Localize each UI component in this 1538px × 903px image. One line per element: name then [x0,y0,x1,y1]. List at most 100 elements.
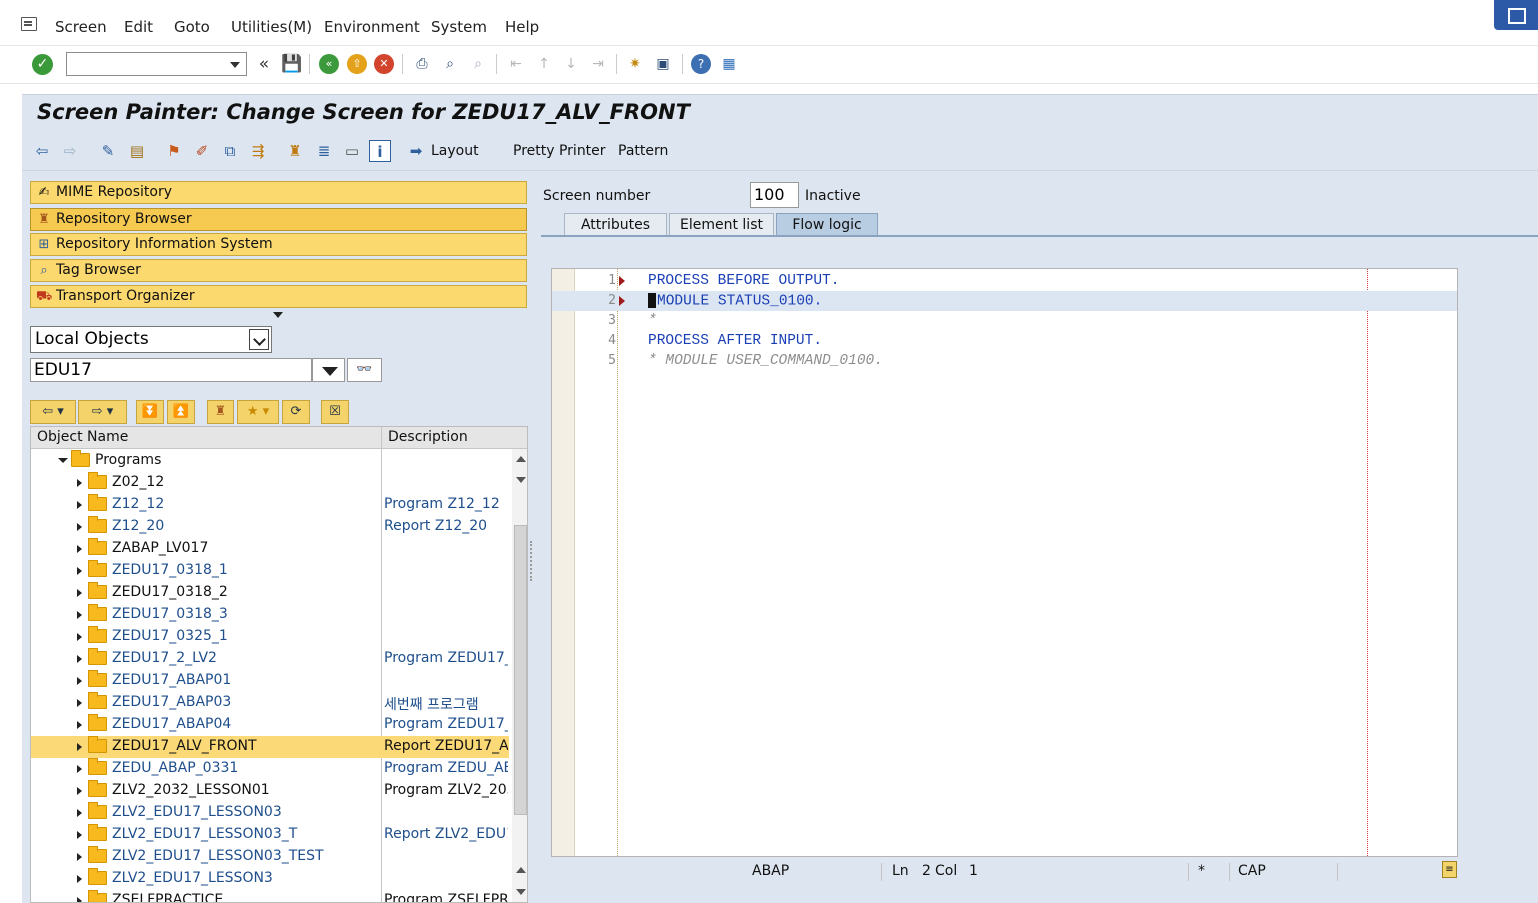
expand-arrow-icon[interactable] [77,655,82,663]
display-glasses-icon[interactable]: 👓 [347,358,382,382]
cancel-icon[interactable]: ✕ [374,54,394,74]
vertical-scrollbar[interactable] [512,449,527,902]
menu-icon[interactable] [21,17,37,31]
hierarchy-icon[interactable]: ♜ [207,400,234,424]
tree-row[interactable]: ZEDU17_2_LV2 Program ZEDU17_2 [31,648,509,670]
tab-element-list[interactable]: Element list [669,213,774,237]
info-icon[interactable]: i [369,140,391,162]
print-icon[interactable]: ⎙ [412,54,432,74]
expand-arrow-icon[interactable] [77,567,82,575]
new-session-icon[interactable]: ✷ [625,54,645,74]
tree-row[interactable]: ZEDU17_ABAP04 Program ZEDU17_A [31,714,509,736]
tree-row[interactable]: ZEDU17_ABAP01 [31,670,509,692]
chevron-down-icon[interactable] [249,329,269,350]
check-icon[interactable]: ⚑ [163,140,185,162]
pretty-printer-button[interactable]: Pretty Printer [513,143,606,159]
expand-arrow-icon[interactable] [77,633,82,641]
notes-icon[interactable]: ≡ [1442,861,1457,878]
forward-arrow-icon[interactable]: ⇨ [59,140,81,162]
scroll-up-icon[interactable] [516,867,526,873]
expand-arrow-icon[interactable] [77,765,82,773]
tree-row[interactable]: ZEDU17_0325_1 [31,626,509,648]
tree-row[interactable]: ZEDU17_0318_2 [31,582,509,604]
column-object-name[interactable]: Object Name [37,429,128,445]
object-type-select[interactable]: Local Objects [30,326,272,353]
expand-arrow-icon[interactable] [77,501,82,509]
scroll-down-icon[interactable] [516,477,526,483]
layout-arrow-icon[interactable]: ➡ [405,140,427,162]
tab-attributes[interactable]: Attributes [564,213,667,237]
close-tree-icon[interactable]: ☒ [321,400,349,424]
nav-repository-browser[interactable]: ♜ Repository Browser [30,208,527,231]
expand-arrow-icon[interactable] [77,787,82,795]
tree-row[interactable]: ZLV2_2032_LESSON01 Program ZLV2_203 [31,780,509,802]
scroll-up-icon[interactable] [516,456,526,462]
menu-system[interactable]: System [431,18,487,36]
tree-row[interactable]: Z02_12 [31,472,509,494]
menu-screen[interactable]: Screen [55,18,107,36]
splitter-handle[interactable] [530,541,534,581]
tree-row[interactable]: ZSELFPRACTICE Program ZSELFPRA [31,890,509,902]
refresh-icon[interactable]: ⟳ [282,400,310,424]
code-line-current[interactable]: 2 MODULE STATUS_0100. [552,291,1457,311]
menu-environment[interactable]: Environment [324,18,420,36]
expand-arrow-icon[interactable] [77,589,82,597]
shortcut-icon[interactable]: ▣ [653,54,673,74]
expand-arrow-icon[interactable] [77,897,82,902]
menu-goto[interactable]: Goto [174,18,210,36]
display-change-icon[interactable]: ✎ [97,140,119,162]
tree-row[interactable]: ZLV2_EDU17_LESSON03_TEST [31,846,509,868]
hierarchy-icon[interactable]: ♜ [284,140,306,162]
save-icon[interactable]: 💾 [281,54,302,74]
breakpoint-marker-icon[interactable] [619,296,625,306]
chevron-down-icon[interactable] [273,312,283,318]
tree-forward-icon[interactable]: ⇨ ▾ [78,400,127,424]
expand-arrow-icon[interactable] [77,875,82,883]
expand-all-icon[interactable]: ⏬ [136,400,164,424]
favorites-icon[interactable]: ★ ▾ [237,400,279,424]
expand-arrow-icon[interactable] [77,611,82,619]
find-icon[interactable]: ⌕ [440,54,460,74]
expand-arrow-icon[interactable] [77,743,82,751]
tree-row[interactable]: ZLV2_EDU17_LESSON03 [31,802,509,824]
window-control-icon[interactable] [1494,0,1538,30]
expand-arrow-icon[interactable] [77,721,82,729]
nav-transport-organizer[interactable]: ⛟ Transport Organizer [30,285,527,308]
tree-row[interactable]: ZEDU17_ABAP03 세번째 프로그램 [31,692,509,714]
chevron-down-icon[interactable] [230,62,240,68]
command-field[interactable] [66,52,247,76]
display-object-list-icon[interactable]: ⇶ [247,140,269,162]
expand-arrow-icon[interactable] [77,831,82,839]
activate-icon[interactable]: ✐ [191,140,213,162]
expand-arrow-icon[interactable] [77,545,82,553]
menu-help[interactable]: Help [505,18,539,36]
tab-flow-logic[interactable]: Flow logic [776,213,878,237]
tree-root-programs[interactable]: Programs [31,450,509,472]
collapse-all-icon[interactable]: ⏫ [167,400,195,424]
menu-utilities[interactable]: Utilities(M) [231,18,312,36]
tree-row[interactable]: Z12_12 Program Z12_12 [31,494,509,516]
active-inactive-icon[interactable]: ▤ [126,140,148,162]
tree-row[interactable]: ZEDU17_0318_1 [31,560,509,582]
menu-edit[interactable]: Edit [124,18,153,36]
screen-number-field[interactable]: 100 [750,182,799,208]
code-line[interactable]: 4 PROCESS AFTER INPUT. [552,331,1457,351]
code-line[interactable]: 3 * [552,311,1457,331]
tree-row[interactable]: ZLV2_EDU17_LESSON3 [31,868,509,890]
expand-arrow-icon[interactable] [77,809,82,817]
where-used-icon[interactable]: ⧉ [219,140,241,162]
exit-icon[interactable]: ⇧ [347,54,367,74]
tree-row[interactable]: ZLV2_EDU17_LESSON03_T Report ZLV2_EDU1 [31,824,509,846]
scroll-down-icon[interactable] [516,889,526,895]
nav-tag-browser[interactable]: ⌕ Tag Browser [30,259,527,282]
object-name-input[interactable]: EDU17 [30,358,312,382]
code-editor[interactable]: 1 PROCESS BEFORE OUTPUT. 2 MODULE STATUS… [551,268,1458,857]
chevron-down-icon[interactable] [58,458,68,463]
nav-mime-repository[interactable]: ✍ MIME Repository [30,181,527,204]
expand-arrow-icon[interactable] [77,699,82,707]
back-icon[interactable]: « [319,54,339,74]
object-name-dropdown-button[interactable] [312,358,345,382]
code-line[interactable]: 1 PROCESS BEFORE OUTPUT. [552,271,1457,291]
help-icon[interactable]: ? [691,54,711,74]
column-description[interactable]: Description [388,429,468,445]
